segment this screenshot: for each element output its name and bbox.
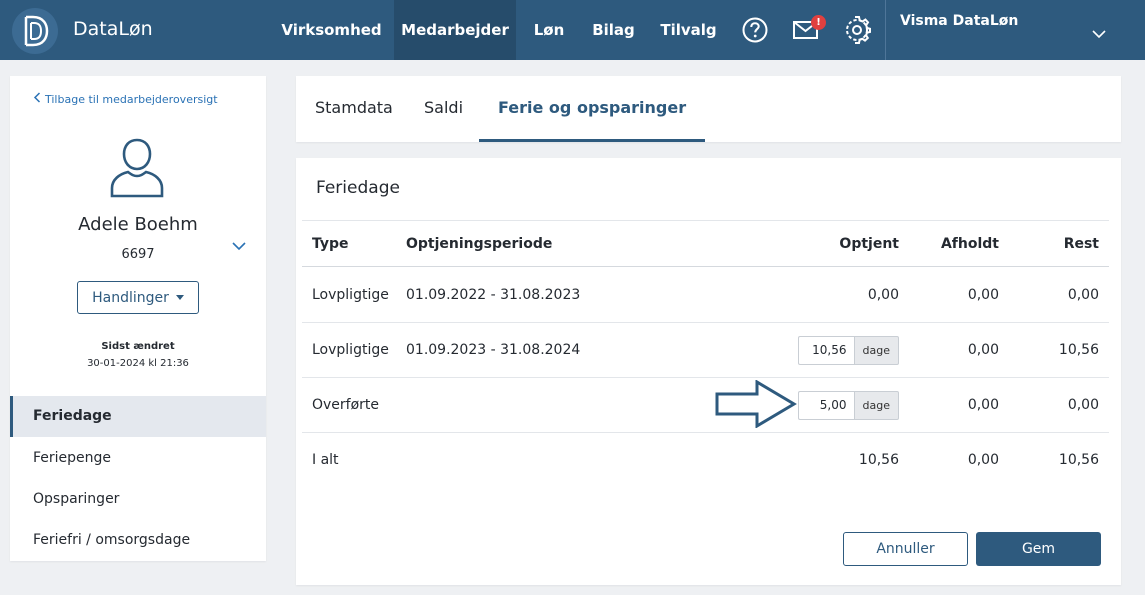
column-type: Type [312,235,349,252]
employee-number: 6697 [121,247,155,262]
cancel-button[interactable]: Annuller [843,532,968,566]
company-divider [885,0,886,60]
sidebar-item-opsparinger[interactable]: Opsparinger [10,479,266,520]
row-rest: 10,56 [1058,452,1099,468]
nav-bilag[interactable]: Bilag [582,0,645,60]
table-row: Lovpligtige 01.09.2022 - 31.08.2023 0,00… [302,267,1109,322]
transferred-input-group: dage [797,378,899,432]
table-row: Lovpligtige 01.09.2023 - 31.08.2024 dage… [302,322,1109,377]
row-rest: 10,56 [1058,342,1099,358]
row-rest: 0,00 [1067,286,1099,303]
row-held: 0,00 [967,452,999,468]
tab-saldi[interactable]: Saldi [424,76,463,142]
row-type: I alt [312,452,339,468]
row-period: 01.09.2023 - 31.08.2024 [406,342,581,358]
dataloen-logo-icon[interactable] [12,8,58,54]
save-button[interactable]: Gem [976,532,1101,566]
employee-name: Adele Boehm [78,214,198,235]
back-to-employees-link[interactable]: Tilbage til medarbejderoversigt [33,92,218,106]
caret-down-icon [175,295,184,300]
feriedage-table: Type Optjeningsperiode Optjent Afholdt R… [302,220,1109,487]
feriedage-card: Feriedage Type Optjeningsperiode Optjent… [296,158,1121,585]
actions-dropdown-button[interactable]: Handlinger [77,281,199,314]
help-icon[interactable] [741,16,769,44]
days-unit-label: dage [853,335,899,365]
sidebar-item-feriedage[interactable]: Feriedage [10,396,266,437]
row-earned: 10,56 [858,452,899,468]
employee-panel: Tilbage til medarbejderoversigt Adele Bo… [10,76,266,561]
column-held: Afholdt [940,235,999,252]
transferred-days-input[interactable] [797,390,854,420]
chevron-down-icon[interactable] [1092,24,1106,43]
row-held: 0,00 [967,397,999,413]
tab-ferie-og-opsparinger[interactable]: Ferie og opsparinger [479,76,706,142]
settings-icon[interactable] [843,16,871,44]
top-bar: DataLøn Virksomhed Medarbejder Løn Bilag… [0,0,1145,60]
chevron-down-icon[interactable] [232,236,246,255]
column-earned: Optjent [839,235,899,252]
arrow-right-icon [715,379,797,432]
earned-input-group: dage [797,323,899,377]
table-header: Type Optjeningsperiode Optjent Afholdt R… [302,220,1109,267]
row-type: Lovpligtige [312,286,389,303]
last-changed-label: Sidst ændret [101,341,175,352]
days-unit-label: dage [853,390,899,420]
column-period: Optjeningsperiode [406,235,553,252]
row-held: 0,00 [967,286,999,303]
row-earned: 0,00 [867,286,899,303]
avatar-icon [108,136,166,202]
row-rest: 0,00 [1067,397,1099,413]
sidebar-item-feriepenge[interactable]: Feriepenge [10,438,266,479]
earned-days-input[interactable] [797,335,854,365]
mail-badge: ! [811,15,826,30]
chevron-left-icon [33,92,41,106]
row-type: Lovpligtige [312,342,389,358]
company-name[interactable]: Visma DataLøn [900,13,1018,29]
row-type: Overførte [312,397,380,413]
tab-stamdata[interactable]: Stamdata [315,76,393,142]
nav-tilvalg[interactable]: Tilvalg [652,0,725,60]
sidebar-item-feriefri[interactable]: Feriefri / omsorgsdage [10,520,266,561]
section-title: Feriedage [316,178,400,198]
row-held: 0,00 [967,342,999,358]
app-title: DataLøn [73,18,153,40]
nav-virksomhed[interactable]: Virksomhed [275,0,388,60]
actions-label: Handlinger [92,289,169,306]
row-period: 01.09.2022 - 31.08.2023 [406,286,581,303]
tab-bar: Stamdata Saldi Ferie og opsparinger [296,76,1121,142]
back-link-label: Tilbage til medarbejderoversigt [45,92,218,106]
last-changed-value: 30-01-2024 kl 21:36 [87,358,189,369]
table-row-total: I alt 10,56 0,00 10,56 [302,432,1109,487]
nav-medarbejder[interactable]: Medarbejder [394,0,516,60]
table-row: Overførte dage 0,00 0,00 [302,377,1109,432]
nav-loen[interactable]: Løn [522,0,576,60]
column-rest: Rest [1063,235,1099,252]
